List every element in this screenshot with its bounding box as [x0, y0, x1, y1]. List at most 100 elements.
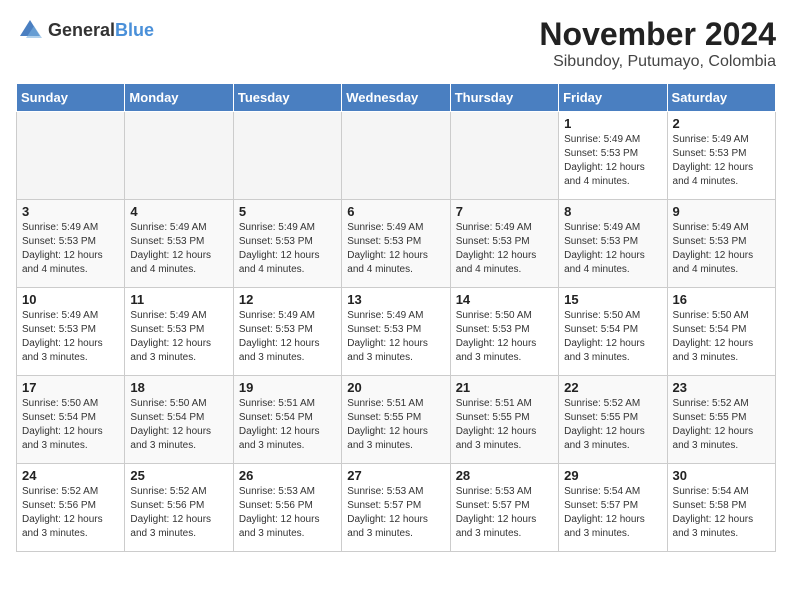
day-cell: 12Sunrise: 5:49 AM Sunset: 5:53 PM Dayli… — [233, 288, 341, 376]
weekday-header-tuesday: Tuesday — [233, 84, 341, 112]
week-row-5: 24 Sunrise: 5:52 AM Sunset: 5:56 PM Dayli… — [17, 464, 776, 552]
day-cell: 26 Sunrise: 5:53 AM Sunset: 5:56 PM Dayli… — [233, 464, 341, 552]
weekday-header-sunday: Sunday — [17, 84, 125, 112]
weekday-header-row: SundayMondayTuesdayWednesdayThursdayFrid… — [17, 84, 776, 112]
location-title: Sibundoy, Putumayo, Colombia — [539, 53, 776, 71]
day-number: 7 — [456, 204, 553, 219]
day-cell: 23 Sunrise: 5:52 AM Sunset: 5:55 PM Dayli… — [667, 376, 775, 464]
day-number: 8 — [564, 204, 661, 219]
logo-icon — [16, 16, 44, 44]
day-number: 16 — [673, 292, 770, 307]
day-info: Sunrise: 5:51 AM Sunset: 5:54 PM Dayligh… — [239, 397, 336, 453]
day-info: Sunrise: 5:49 AM Sunset: 5:53 PM Dayligh… — [22, 221, 119, 277]
day-number: 26 — [239, 468, 336, 483]
week-row-1: 1 Sunrise: 5:49 AM Sunset: 5:53 PM Daylig… — [17, 112, 776, 200]
day-number: 23 — [673, 380, 770, 395]
day-info: Sunrise: 5:50 AM Sunset: 5:53 PM Dayligh… — [456, 309, 553, 365]
day-cell: 18Sunrise: 5:50 AM Sunset: 5:54 PM Dayli… — [125, 376, 233, 464]
day-info: Sunrise: 5:49 AM Sunset: 5:53 PM Dayligh… — [673, 221, 770, 277]
day-info: Sunrise: 5:49 AM Sunset: 5:53 PM Dayligh… — [130, 221, 227, 277]
week-row-2: 3 Sunrise: 5:49 AM Sunset: 5:53 PM Daylig… — [17, 200, 776, 288]
day-info: Sunrise: 5:49 AM Sunset: 5:53 PM Dayligh… — [22, 309, 119, 365]
day-cell: 17Sunrise: 5:50 AM Sunset: 5:54 PM Dayli… — [17, 376, 125, 464]
logo-general: General — [48, 20, 115, 40]
day-info: Sunrise: 5:49 AM Sunset: 5:53 PM Dayligh… — [564, 133, 661, 189]
day-cell — [125, 112, 233, 200]
day-info: Sunrise: 5:53 AM Sunset: 5:57 PM Dayligh… — [347, 485, 444, 541]
day-number: 3 — [22, 204, 119, 219]
day-number: 4 — [130, 204, 227, 219]
day-info: Sunrise: 5:51 AM Sunset: 5:55 PM Dayligh… — [347, 397, 444, 453]
day-number: 2 — [673, 116, 770, 131]
day-cell: 28 Sunrise: 5:53 AM Sunset: 5:57 PM Dayli… — [450, 464, 558, 552]
day-info: Sunrise: 5:49 AM Sunset: 5:53 PM Dayligh… — [564, 221, 661, 277]
day-number: 27 — [347, 468, 444, 483]
day-number: 1 — [564, 116, 661, 131]
day-number: 19 — [239, 380, 336, 395]
day-info: Sunrise: 5:52 AM Sunset: 5:56 PM Dayligh… — [22, 485, 119, 541]
week-row-4: 17 Sunrise: 5:50 AM Sunset: 5:54 PM Dayli… — [17, 376, 776, 464]
weekday-header-saturday: Saturday — [667, 84, 775, 112]
day-cell — [342, 112, 450, 200]
day-number: 6 — [347, 204, 444, 219]
day-cell: 9 Sunrise: 5:49 AM Sunset: 5:53 PM Daylig… — [667, 200, 775, 288]
day-info: Sunrise: 5:49 AM Sunset: 5:53 PM Dayligh… — [673, 133, 770, 189]
day-cell: 21 Sunrise: 5:51 AM Sunset: 5:55 PM Dayli… — [450, 376, 558, 464]
day-number: 21 — [456, 380, 553, 395]
day-info: Sunrise: 5:53 AM Sunset: 5:57 PM Dayligh… — [456, 485, 553, 541]
week-row-3: 10Sunrise: 5:49 AM Sunset: 5:53 PM Dayli… — [17, 288, 776, 376]
title-area: November 2024 Sibundoy, Putumayo, Colomb… — [539, 16, 776, 71]
logo-blue: Blue — [115, 20, 154, 40]
day-info: Sunrise: 5:54 AM Sunset: 5:58 PM Dayligh… — [673, 485, 770, 541]
day-cell: 10Sunrise: 5:49 AM Sunset: 5:53 PM Dayli… — [17, 288, 125, 376]
day-cell: 24 Sunrise: 5:52 AM Sunset: 5:56 PM Dayli… — [17, 464, 125, 552]
day-number: 13 — [347, 292, 444, 307]
header: GeneralBlue November 2024 Sibundoy, Putu… — [16, 16, 776, 71]
day-number: 29 — [564, 468, 661, 483]
day-number: 25 — [130, 468, 227, 483]
day-info: Sunrise: 5:52 AM Sunset: 5:55 PM Dayligh… — [564, 397, 661, 453]
day-number: 22 — [564, 380, 661, 395]
day-cell: 11Sunrise: 5:49 AM Sunset: 5:53 PM Dayli… — [125, 288, 233, 376]
day-info: Sunrise: 5:50 AM Sunset: 5:54 PM Dayligh… — [564, 309, 661, 365]
day-cell — [233, 112, 341, 200]
day-cell: 19 Sunrise: 5:51 AM Sunset: 5:54 PM Dayli… — [233, 376, 341, 464]
day-number: 14 — [456, 292, 553, 307]
day-info: Sunrise: 5:49 AM Sunset: 5:53 PM Dayligh… — [347, 309, 444, 365]
day-info: Sunrise: 5:50 AM Sunset: 5:54 PM Dayligh… — [673, 309, 770, 365]
month-title: November 2024 — [539, 16, 776, 53]
day-cell: 3 Sunrise: 5:49 AM Sunset: 5:53 PM Daylig… — [17, 200, 125, 288]
day-cell: 6Sunrise: 5:49 AM Sunset: 5:53 PM Daylig… — [342, 200, 450, 288]
day-info: Sunrise: 5:50 AM Sunset: 5:54 PM Dayligh… — [130, 397, 227, 453]
weekday-header-wednesday: Wednesday — [342, 84, 450, 112]
day-cell — [17, 112, 125, 200]
day-info: Sunrise: 5:52 AM Sunset: 5:56 PM Dayligh… — [130, 485, 227, 541]
day-info: Sunrise: 5:49 AM Sunset: 5:53 PM Dayligh… — [130, 309, 227, 365]
day-number: 9 — [673, 204, 770, 219]
day-number: 30 — [673, 468, 770, 483]
day-number: 17 — [22, 380, 119, 395]
day-cell: 4 Sunrise: 5:49 AM Sunset: 5:53 PM Daylig… — [125, 200, 233, 288]
day-info: Sunrise: 5:49 AM Sunset: 5:53 PM Dayligh… — [456, 221, 553, 277]
day-info: Sunrise: 5:53 AM Sunset: 5:56 PM Dayligh… — [239, 485, 336, 541]
day-cell: 22 Sunrise: 5:52 AM Sunset: 5:55 PM Dayli… — [559, 376, 667, 464]
weekday-header-friday: Friday — [559, 84, 667, 112]
day-cell: 2 Sunrise: 5:49 AM Sunset: 5:53 PM Daylig… — [667, 112, 775, 200]
day-cell: 1 Sunrise: 5:49 AM Sunset: 5:53 PM Daylig… — [559, 112, 667, 200]
day-number: 28 — [456, 468, 553, 483]
day-cell: 29Sunrise: 5:54 AM Sunset: 5:57 PM Dayli… — [559, 464, 667, 552]
day-info: Sunrise: 5:51 AM Sunset: 5:55 PM Dayligh… — [456, 397, 553, 453]
day-cell: 15Sunrise: 5:50 AM Sunset: 5:54 PM Dayli… — [559, 288, 667, 376]
day-number: 5 — [239, 204, 336, 219]
day-info: Sunrise: 5:52 AM Sunset: 5:55 PM Dayligh… — [673, 397, 770, 453]
day-cell: 30 Sunrise: 5:54 AM Sunset: 5:58 PM Dayli… — [667, 464, 775, 552]
logo: GeneralBlue — [16, 16, 154, 44]
weekday-header-thursday: Thursday — [450, 84, 558, 112]
day-number: 24 — [22, 468, 119, 483]
day-cell: 27 Sunrise: 5:53 AM Sunset: 5:57 PM Dayli… — [342, 464, 450, 552]
day-cell: 8 Sunrise: 5:49 AM Sunset: 5:53 PM Daylig… — [559, 200, 667, 288]
day-cell: 16 Sunrise: 5:50 AM Sunset: 5:54 PM Dayli… — [667, 288, 775, 376]
day-info: Sunrise: 5:49 AM Sunset: 5:53 PM Dayligh… — [239, 309, 336, 365]
day-cell: 20Sunrise: 5:51 AM Sunset: 5:55 PM Dayli… — [342, 376, 450, 464]
day-cell: 25 Sunrise: 5:52 AM Sunset: 5:56 PM Dayli… — [125, 464, 233, 552]
